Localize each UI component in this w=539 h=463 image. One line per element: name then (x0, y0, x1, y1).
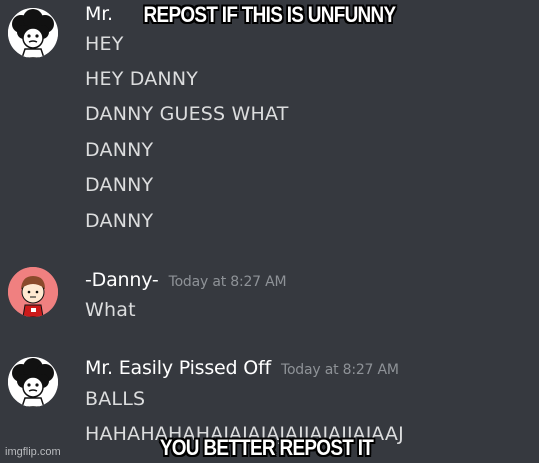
message-line: DANNY (85, 139, 154, 161)
username[interactable]: Mr. Easily Pissed Off Today at 8:27 AM (85, 357, 399, 379)
username-text[interactable]: Mr. Easily Pissed Off (85, 357, 271, 379)
afro-character-icon (8, 357, 58, 407)
message-line: What (85, 299, 136, 321)
message-line: BALLS (85, 388, 146, 410)
timestamp: Today at 8:27 AM (280, 362, 399, 378)
meme-top-caption: REPOST IF THIS IS UNFUNNY (143, 2, 397, 27)
timestamp: Today at 8:27 AM (168, 274, 287, 290)
danny-character-icon (8, 267, 58, 317)
watermark: imgflip.com (5, 446, 61, 458)
avatar-mr-easily-pissed-off[interactable] (8, 357, 58, 407)
avatar-danny[interactable] (8, 267, 58, 317)
message-line: HEY DANNY (85, 68, 199, 90)
meme-bottom-caption: YOU BETTER REPOST IT (159, 435, 374, 460)
message-line: DANNY (85, 210, 154, 232)
username[interactable]: -Danny- Today at 8:27 AM (85, 269, 287, 291)
message-line: DANNY (85, 174, 154, 196)
message-line: DANNY GUESS WHAT (85, 103, 289, 125)
message-group-mr-easily-pissed-off-1: Mr. HEY HEY DANNY DANNY GUESS WHAT DANNY… (0, 0, 539, 250)
message-group-danny: -Danny- Today at 8:27 AM What (0, 260, 539, 340)
username-text[interactable]: -Danny- (85, 269, 159, 291)
message-line: HEY (85, 33, 124, 55)
